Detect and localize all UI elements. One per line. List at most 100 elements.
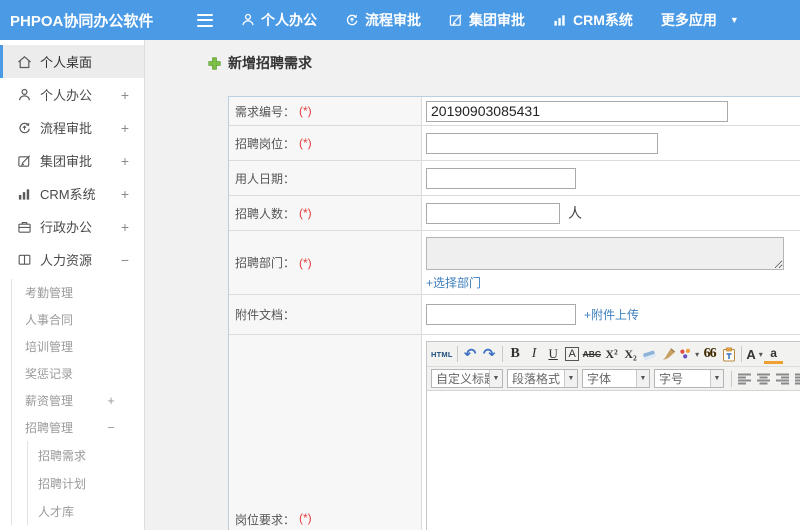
sidebar: 个人桌面 个人办公 + 流程审批 + 集团审批 + CRM系统 + 行政办公 +… [0,40,145,530]
approve-edit-icon [18,154,31,167]
caret-down-icon: ▼ [729,15,739,25]
attachment-upload-link[interactable]: +附件上传 [584,306,639,323]
workflow-icon [345,13,359,27]
caret-down-icon: ▼ [636,370,649,387]
required-mark: (*) [299,104,312,118]
subscript-button[interactable]: X₂ [621,344,640,364]
page-title: 新增招聘需求 [208,52,800,74]
hire-date-input[interactable] [426,167,576,189]
nav-workflow-approval[interactable]: 流程审批 [345,10,421,30]
caret-down-icon: ▼ [710,370,723,387]
sidebar-item-hr-contract[interactable]: 人事合同 [12,306,144,333]
req-no-input[interactable] [426,100,728,122]
nav-crm-system[interactable]: CRM系统 [553,10,633,30]
caret-down-icon: ▾ [695,349,700,359]
sidebar-item-recruit-plan[interactable]: 招聘计划 [28,469,144,497]
paragraph-format-select[interactable]: 段落格式 ▼ [507,369,578,388]
sidebar-item-crm-system[interactable]: CRM系统 + [0,177,144,210]
required-mark: (*) [299,255,312,270]
select-dept-link[interactable]: +选择部门 [426,274,481,291]
recruit-demand-form: 需求编号：(*) 招聘岗位：(*) 用人日期： 招聘人数：(*) 人 招聘部门：… [228,96,800,530]
sidebar-item-admin-office[interactable]: 行政办公 + [0,210,144,243]
collapse-icon[interactable]: − [106,420,116,435]
sidebar-item-talent-pool[interactable]: 人才库 [28,497,144,525]
expand-icon[interactable]: + [120,219,130,235]
bold-button[interactable]: B [506,344,525,364]
align-left-icon[interactable] [735,369,754,388]
top-nav: 个人办公 流程审批 集团审批 CRM系统 更多应用 ▼ [213,10,739,30]
rich-text-editor: HTML ↶ ↷ B I U A ABC X² X₂ ▾ 66 A ▾ a 自定… [426,341,800,530]
attachment-input[interactable] [426,304,576,325]
field-label: 需求编号： [235,104,296,119]
sidebar-item-personal-office[interactable]: 个人办公 + [0,78,144,111]
sidebar-item-training[interactable]: 培训管理 [12,333,144,360]
app-logo: PHPOA协同办公软件 [10,12,154,30]
format-brush-icon[interactable] [659,344,678,364]
headcount-input[interactable] [426,202,560,224]
undo-icon[interactable]: ↶ [461,344,480,364]
sidebar-item-rewards[interactable]: 奖惩记录 [12,360,144,387]
font-size-select[interactable]: 字号 ▼ [654,369,724,388]
workflow-icon [19,122,30,133]
underline-button[interactable]: U [544,344,563,364]
form-row-attachment: 附件文档： +附件上传 [229,295,800,335]
field-label: 岗位要求： [235,513,296,527]
collapse-icon[interactable]: − [120,252,130,268]
menu-toggle-icon[interactable] [197,13,213,27]
sidebar-item-personal-desktop[interactable]: 个人桌面 [0,45,144,78]
align-justify-icon[interactable] [792,369,800,388]
sidebar-item-attendance[interactable]: 考勤管理 [12,279,144,306]
expand-icon[interactable]: + [120,87,130,103]
user-icon [19,88,30,100]
topbar: PHPOA协同办公软件 个人办公 流程审批 集团审批 CRM系统 更多应用 ▼ [0,0,800,40]
nav-personal-office[interactable]: 个人办公 [241,10,317,30]
editor-toolbar-row2: 自定义标题 ▼ 段落格式 ▼ 字体 ▼ 字号 ▼ [427,367,800,391]
eraser-icon[interactable] [640,344,659,364]
form-row-requirement: 岗位要求： (*) HTML ↶ ↷ B I U A ABC X² X₂ ▾ 6… [229,335,800,530]
html-source-button[interactable]: HTML [430,344,454,364]
form-row-date: 用人日期： [229,161,800,196]
editor-content-area[interactable] [427,391,800,530]
expand-icon[interactable]: + [120,120,130,136]
blockquote-button[interactable]: 66 [700,344,719,364]
nav-more-apps[interactable]: 更多应用 ▼ [661,10,739,30]
headcount-unit: 人 [568,205,582,221]
nav-group-approval[interactable]: 集团审批 [449,10,525,30]
italic-button[interactable]: I [525,344,544,364]
caret-down-icon: ▾ [758,349,763,359]
hr-submenu: 考勤管理 人事合同 培训管理 奖惩记录 薪资管理 + 招聘管理 − 招聘需求 招聘计… [11,279,144,525]
required-mark: (*) [299,136,312,150]
align-center-icon[interactable] [754,369,773,388]
dept-textarea[interactable] [426,237,784,270]
custom-title-select[interactable]: 自定义标题 ▼ [431,369,503,388]
superscript-button[interactable]: X² [602,344,621,364]
sidebar-item-salary[interactable]: 薪资管理 + [12,387,144,414]
sidebar-item-group-approval[interactable]: 集团审批 + [0,144,144,177]
home-icon [18,55,31,68]
expand-icon[interactable]: + [120,186,130,202]
sidebar-item-workflow-approval[interactable]: 流程审批 + [0,111,144,144]
expand-icon[interactable]: + [120,153,130,169]
font-color-button[interactable]: A ▾ [745,344,764,364]
sidebar-item-recruit-mgmt[interactable]: 招聘管理 − [12,414,144,441]
sidebar-item-human-resources[interactable]: 人力资源 − [0,243,144,276]
expand-icon[interactable]: + [106,393,116,408]
align-right-icon[interactable] [773,369,792,388]
required-mark: (*) [299,206,312,220]
highlight-color-button[interactable]: a [764,344,784,364]
strikethrough-button[interactable]: ABC [582,344,602,364]
caret-down-icon: ▼ [564,370,577,387]
page-title-text: 新增招聘需求 [228,55,312,71]
form-row-position: 招聘岗位： (*) [229,126,800,161]
color-palette-icon[interactable]: ▾ [678,344,700,364]
form-row-req-no: 需求编号： (*) [229,97,800,126]
paste-text-icon[interactable] [719,344,738,364]
required-mark: (*) [299,511,312,525]
sidebar-item-recruit-demand[interactable]: 招聘需求 [28,441,144,469]
redo-icon[interactable]: ↷ [480,344,499,364]
field-label: 附件文档： [235,308,296,322]
position-input[interactable] [426,132,658,154]
user-icon [241,13,255,27]
format-a-button[interactable]: A [563,344,582,364]
font-family-select[interactable]: 字体 ▼ [582,369,650,388]
